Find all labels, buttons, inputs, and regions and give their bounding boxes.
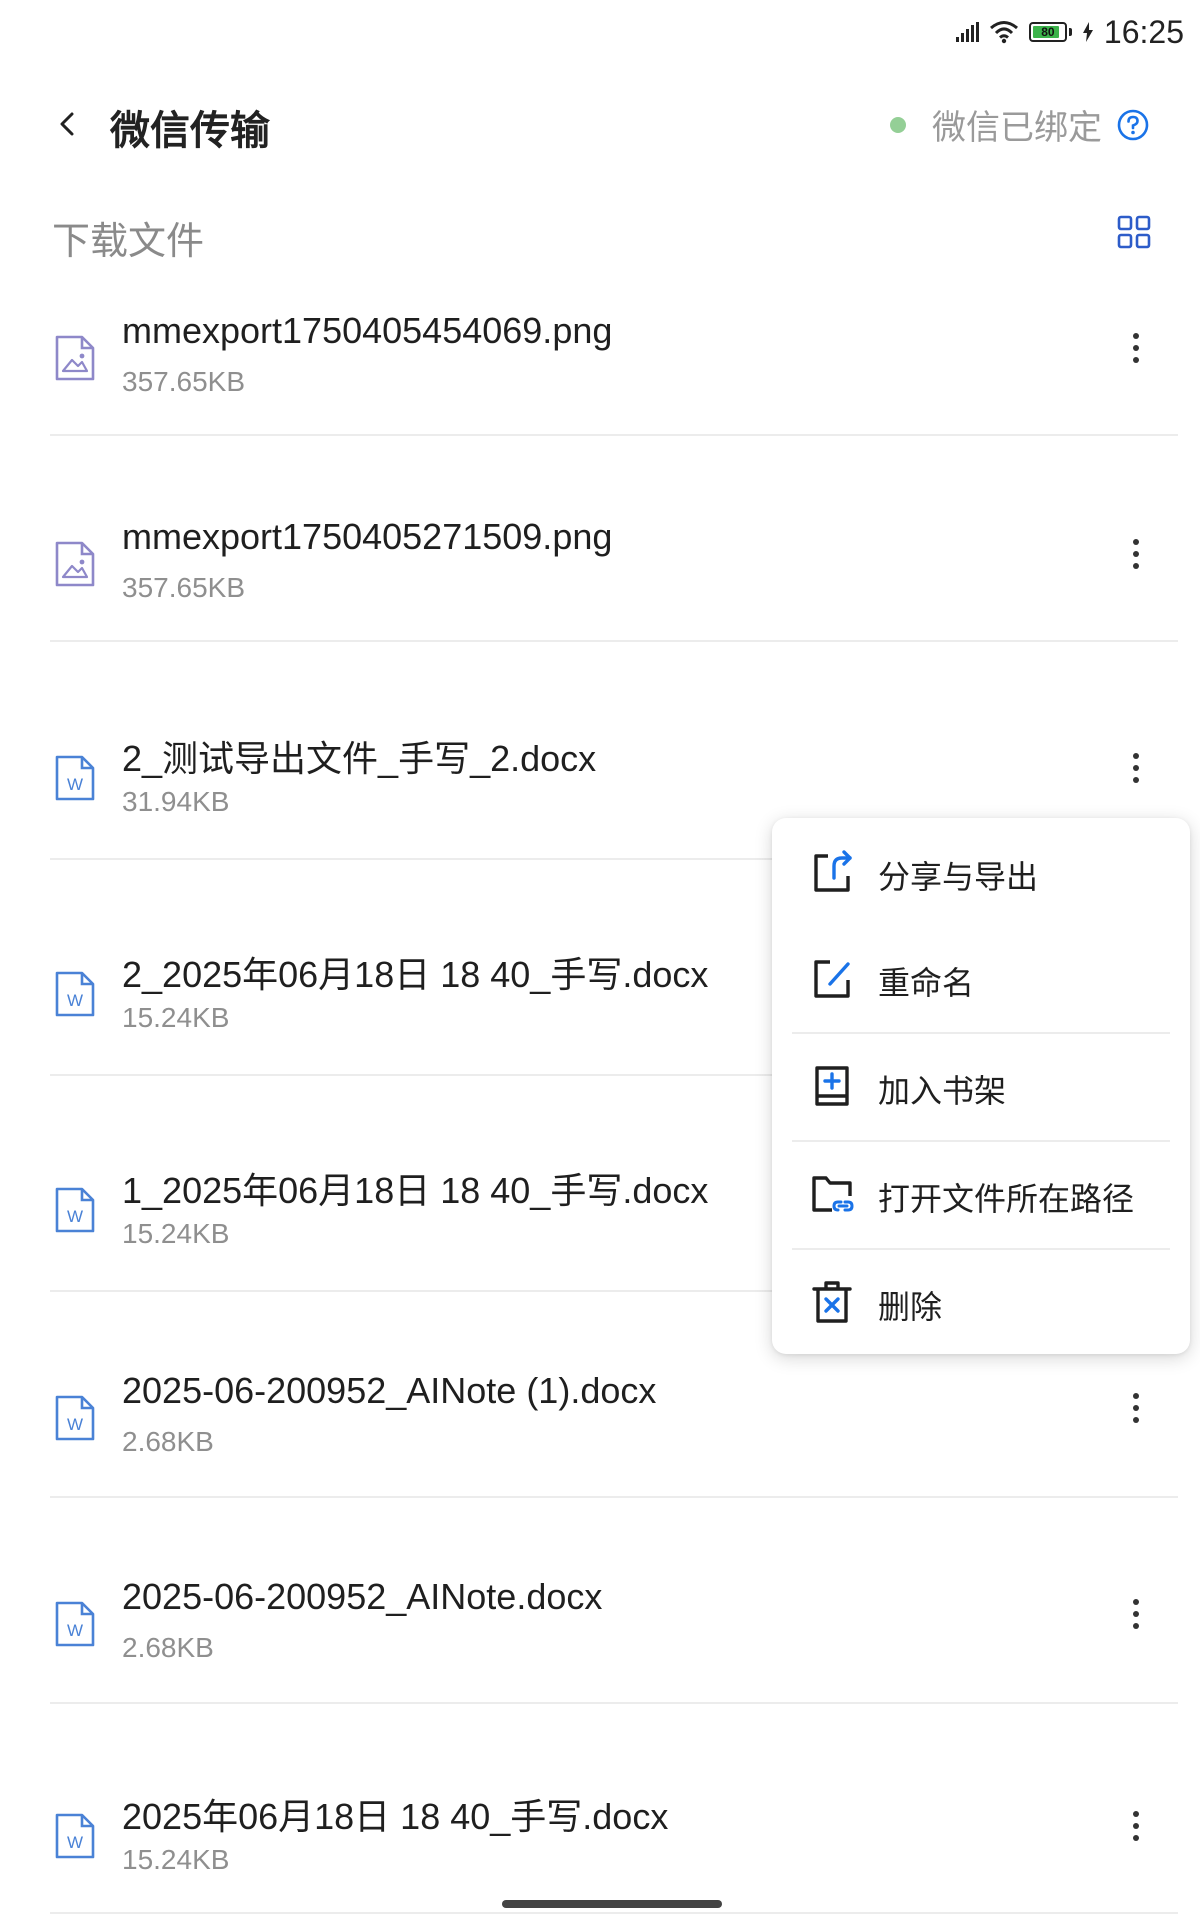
word-file-icon: W bbox=[55, 1601, 95, 1647]
file-name: 2_测试导出文件_手写_2.docx bbox=[122, 738, 597, 779]
row-divider bbox=[50, 1912, 1178, 1914]
word-file-icon: W bbox=[55, 1813, 95, 1859]
status-icons: 80 16:25 bbox=[955, 12, 1184, 52]
menu-item-add-bookshelf[interactable]: 加入书架 bbox=[772, 1032, 1190, 1140]
menu-label: 重命名 bbox=[878, 964, 975, 1002]
menu-item-open-folder[interactable]: 打开文件所在路径 bbox=[772, 1140, 1190, 1248]
image-file-icon bbox=[55, 541, 95, 587]
file-row[interactable]: mmexport1750405271509.png 357.65KB bbox=[0, 496, 1200, 646]
app-header: 微信传输 微信已绑定 bbox=[0, 84, 1200, 168]
more-options-icon[interactable] bbox=[1130, 1808, 1142, 1844]
more-options-icon[interactable] bbox=[1130, 330, 1142, 366]
home-indicator[interactable] bbox=[502, 1900, 722, 1908]
svg-text:W: W bbox=[67, 991, 83, 1010]
wechat-icon bbox=[890, 116, 906, 133]
bind-status-label: 微信已绑定 bbox=[932, 108, 1102, 148]
share-export-icon bbox=[814, 850, 852, 892]
file-row[interactable]: mmexport1750405454069.png 357.65KB bbox=[0, 290, 1200, 440]
more-options-icon[interactable] bbox=[1130, 536, 1142, 572]
add-bookshelf-icon bbox=[815, 1066, 849, 1106]
battery-percent: 80 bbox=[1041, 25, 1055, 39]
context-menu: 分享与导出 重命名 加入书架 打开文件所在路径 删除 bbox=[772, 818, 1190, 1354]
file-size: 31.94KB bbox=[122, 786, 230, 817]
clock: 16:25 bbox=[1103, 13, 1184, 50]
wifi-icon bbox=[989, 20, 1019, 44]
rename-icon bbox=[814, 960, 850, 998]
row-divider bbox=[50, 640, 1178, 642]
file-size: 15.24KB bbox=[122, 1844, 230, 1875]
file-size: 357.65KB bbox=[122, 572, 245, 603]
file-name: 2025年06月18日 18 40_手写.docx bbox=[122, 1796, 669, 1837]
section-title: 下载文件 bbox=[52, 219, 205, 263]
more-options-icon[interactable] bbox=[1130, 750, 1142, 786]
file-size: 2.68KB bbox=[122, 1632, 214, 1663]
file-name: 2025-06-200952_AINote (1).docx bbox=[122, 1370, 657, 1411]
svg-text:W: W bbox=[67, 1621, 83, 1640]
svg-text:W: W bbox=[67, 1415, 83, 1434]
row-divider bbox=[50, 1496, 1178, 1498]
file-size: 357.65KB bbox=[122, 366, 245, 397]
menu-label: 分享与导出 bbox=[878, 858, 1039, 896]
file-name: 1_2025年06月18日 18 40_手写.docx bbox=[122, 1170, 709, 1211]
grid-view-icon[interactable] bbox=[1116, 214, 1152, 250]
page-title: 微信传输 bbox=[110, 108, 270, 154]
file-size: 15.24KB bbox=[122, 1002, 230, 1033]
status-bar: 80 16:25 bbox=[0, 0, 1200, 64]
file-name: mmexport1750405454069.png bbox=[122, 310, 613, 351]
cellular-signal-icon bbox=[955, 22, 979, 42]
delete-icon bbox=[812, 1281, 852, 1323]
help-icon[interactable] bbox=[1116, 108, 1150, 142]
row-divider bbox=[50, 434, 1178, 436]
menu-label: 删除 bbox=[878, 1288, 943, 1326]
file-name: mmexport1750405271509.png bbox=[122, 516, 613, 557]
svg-text:W: W bbox=[67, 775, 83, 794]
more-options-icon[interactable] bbox=[1130, 1390, 1142, 1426]
charging-icon bbox=[1082, 22, 1094, 42]
file-name: 2025-06-200952_AINote.docx bbox=[122, 1576, 603, 1617]
menu-item-delete[interactable]: 删除 bbox=[772, 1248, 1190, 1356]
word-file-icon: W bbox=[55, 971, 95, 1017]
file-row[interactable]: W 2025-06-200952_AINote (1).docx 2.68KB bbox=[0, 1350, 1200, 1500]
word-file-icon: W bbox=[55, 755, 95, 801]
file-row[interactable]: W 2025年06月18日 18 40_手写.docx 15.24KB bbox=[0, 1768, 1200, 1918]
menu-item-rename[interactable]: 重命名 bbox=[772, 924, 1190, 1032]
image-file-icon bbox=[55, 335, 95, 381]
battery-icon: 80 bbox=[1028, 22, 1067, 42]
menu-label: 加入书架 bbox=[878, 1072, 1007, 1110]
file-size: 15.24KB bbox=[122, 1218, 230, 1249]
back-arrow-icon[interactable] bbox=[50, 106, 86, 142]
more-options-icon[interactable] bbox=[1130, 1596, 1142, 1632]
wechat-bind-status[interactable]: 微信已绑定 bbox=[890, 100, 1150, 149]
row-divider bbox=[50, 1702, 1178, 1704]
menu-item-share-export[interactable]: 分享与导出 bbox=[772, 818, 1190, 926]
svg-text:W: W bbox=[67, 1207, 83, 1226]
word-file-icon: W bbox=[55, 1187, 95, 1233]
open-folder-icon bbox=[812, 1176, 854, 1212]
svg-text:W: W bbox=[67, 1833, 83, 1852]
file-name: 2_2025年06月18日 18 40_手写.docx bbox=[122, 954, 709, 995]
menu-label: 打开文件所在路径 bbox=[878, 1180, 1135, 1218]
file-row[interactable]: W 2025-06-200952_AINote.docx 2.68KB bbox=[0, 1556, 1200, 1706]
file-size: 2.68KB bbox=[122, 1426, 214, 1457]
word-file-icon: W bbox=[55, 1395, 95, 1441]
